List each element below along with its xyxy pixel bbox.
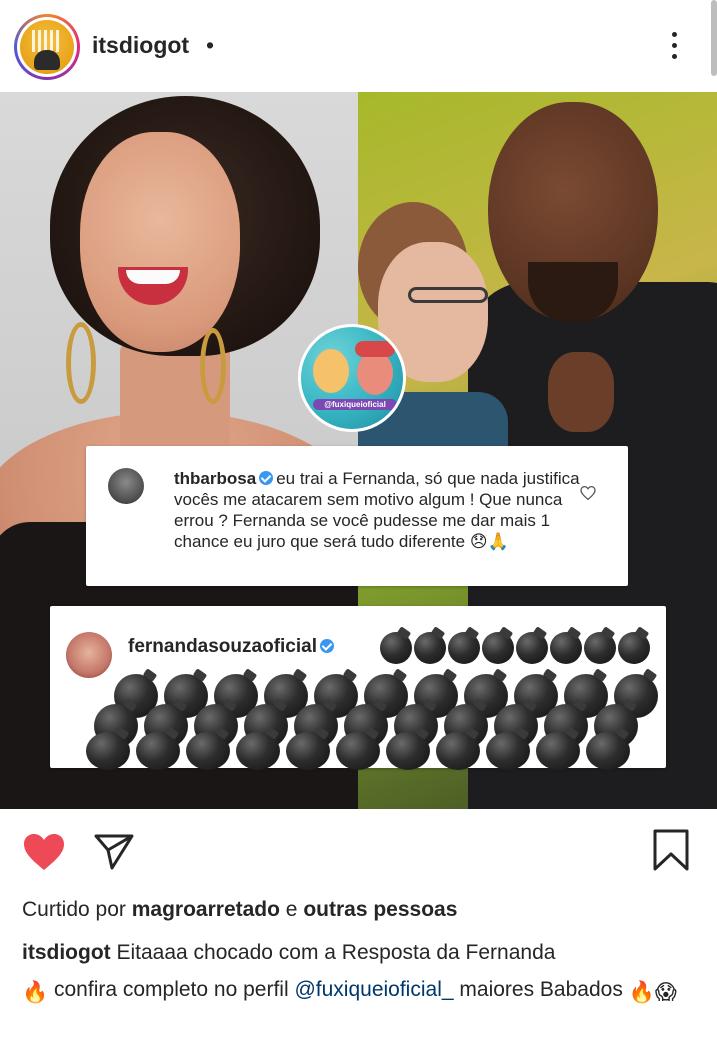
bomb-emoji-group — [80, 630, 670, 770]
save-button[interactable] — [652, 828, 690, 872]
heart-icon — [24, 834, 64, 870]
comment-avatar — [108, 468, 144, 504]
profile-avatar[interactable] — [14, 14, 80, 80]
bomb-icon — [618, 632, 650, 664]
send-icon — [94, 834, 134, 870]
bomb-icon — [482, 632, 514, 664]
caption-text: confira completo no perfil — [54, 978, 289, 1001]
comment-card-fernandasouzaoficial: fernandasouzaoficial — [50, 606, 666, 770]
bomb-icon — [186, 732, 230, 770]
post-caption: itsdiogot Eitaaaa chocado com a Resposta… — [22, 934, 702, 1011]
bomb-icon — [586, 732, 630, 770]
more-dot-icon — [672, 54, 677, 59]
bomb-icon — [550, 632, 582, 664]
bomb-icon — [436, 732, 480, 770]
post-header: itsdiogot • — [0, 0, 717, 92]
bomb-icon — [414, 632, 446, 664]
bomb-icon — [136, 732, 180, 770]
more-dot-icon — [672, 43, 677, 48]
more-options-button[interactable] — [660, 28, 690, 64]
watermark-headband — [355, 341, 395, 357]
watermark-figure — [357, 351, 393, 395]
like-button[interactable] — [22, 832, 66, 872]
likes-prefix: Curtido por — [22, 898, 126, 921]
photo-teeth — [126, 270, 180, 284]
bookmark-icon — [653, 829, 689, 871]
photo-face — [80, 132, 240, 352]
bomb-icon — [486, 732, 530, 770]
bomb-icon — [236, 732, 280, 770]
caption-mention-link[interactable]: @fuxiqueioficial_ — [294, 978, 453, 1001]
verified-badge-icon — [259, 471, 274, 485]
avatar-bars-graphic — [32, 30, 62, 52]
bomb-icon — [448, 632, 480, 664]
photo-earring — [66, 322, 96, 404]
bomb-icon — [286, 732, 330, 770]
avatar-border — [17, 17, 77, 77]
likes-others-link[interactable]: outras pessoas — [303, 898, 457, 921]
bomb-icon — [380, 632, 412, 664]
caption-text: maiores Babados — [459, 978, 623, 1001]
comment-card-thbarbosa: thbarbosa eu trai a Fernanda, só que nada… — [86, 446, 628, 586]
bomb-icon — [336, 732, 380, 770]
post-username[interactable]: itsdiogot — [92, 32, 189, 59]
likes-connector: e — [285, 898, 298, 921]
likes-user-link[interactable]: magroarretado — [132, 898, 280, 921]
comment-text: thbarbosa eu trai a Fernanda, só que nada… — [174, 468, 594, 552]
caption-text: Eitaaaa chocado com a Resposta da Fernan… — [116, 941, 556, 964]
photo-earring — [200, 328, 226, 404]
comment-like-heart-icon — [580, 485, 596, 501]
watermark-text: @fuxiqueioficial — [313, 399, 397, 410]
caption-username[interactable]: itsdiogot — [22, 941, 111, 964]
post-image[interactable]: @fuxiqueioficial thbarbosa eu trai a Fern… — [0, 92, 717, 809]
avatar-figure-graphic — [34, 50, 60, 70]
bomb-icon — [584, 632, 616, 664]
avatar-image — [20, 20, 74, 74]
watermark-figure — [313, 349, 349, 393]
username-separator: • — [206, 32, 215, 58]
bomb-icon — [516, 632, 548, 664]
bomb-icon — [86, 732, 130, 770]
fire-scream-emoji-icon: 🔥😱 — [628, 981, 677, 1004]
share-button[interactable] — [92, 832, 136, 872]
more-dot-icon — [672, 32, 677, 37]
bomb-icon — [386, 732, 430, 770]
scrollbar[interactable] — [711, 0, 717, 76]
fire-icon: 🔥 — [22, 981, 49, 1004]
watermark-logo: @fuxiqueioficial — [298, 324, 406, 432]
photo-hand — [548, 352, 614, 432]
bomb-icon — [536, 732, 580, 770]
likes-summary: Curtido por magroarretado e outras pesso… — [22, 898, 457, 922]
comment-username: thbarbosa — [174, 469, 257, 488]
photo-glasses — [408, 287, 488, 303]
